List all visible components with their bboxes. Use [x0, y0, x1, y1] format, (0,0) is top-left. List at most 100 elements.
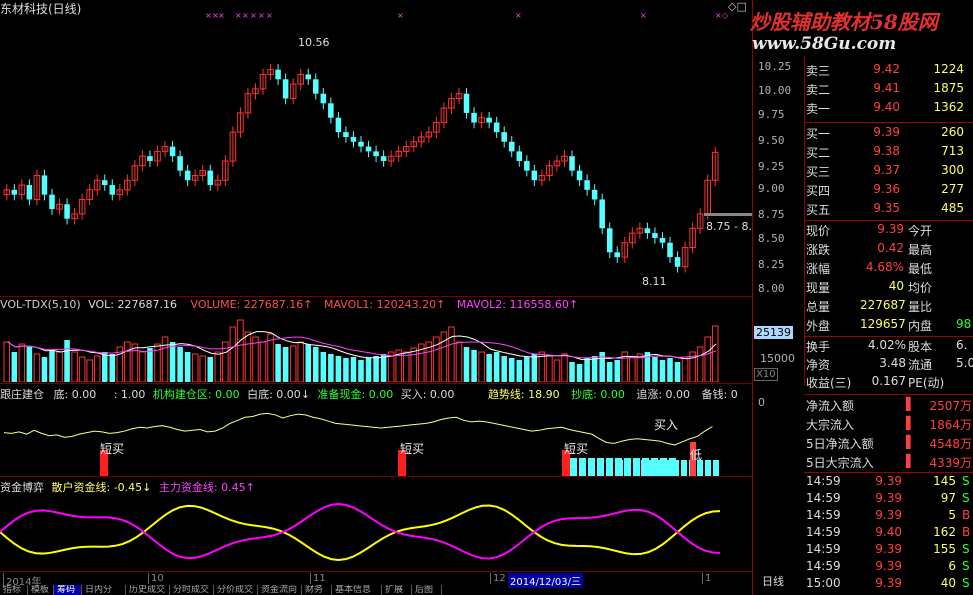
indicator1-chart[interactable] [0, 400, 752, 476]
candlestick-chart[interactable]: × × × × × × × × × × × × ◇ [0, 10, 752, 296]
signal-mark: × [242, 11, 249, 20]
cell: 量比 [908, 300, 933, 314]
volume-bar [463, 347, 470, 382]
cell: 5.0 [956, 356, 973, 370]
bottom-tab[interactable]: 指标 [0, 585, 28, 595]
volume-bar [659, 360, 666, 382]
vol-indicator-name[interactable]: VOL-TDX(5,10) [0, 298, 81, 311]
cell: 外盘 [806, 319, 831, 333]
candle-body [599, 199, 605, 229]
volume-bar [471, 350, 477, 382]
cell: 1875 [933, 81, 964, 95]
bottom-tab[interactable]: 后图 [412, 585, 442, 595]
cell: 9.38 [873, 144, 900, 158]
zone-bar [681, 460, 687, 476]
volume-bar [681, 356, 689, 382]
cell: 净流入额 [806, 399, 855, 413]
candle-body [508, 141, 515, 152]
bottom-tab[interactable]: 基本信息 [332, 585, 382, 595]
cell: 卖二 [806, 83, 831, 97]
flow-row: 大宗流入 ▌ 1864万 [806, 416, 973, 435]
cell: S [962, 474, 970, 488]
bottom-tab[interactable]: 模板 [28, 585, 54, 595]
ask-row: 卖二 9.41 1875 [806, 81, 973, 100]
cell: 内盘 [908, 319, 933, 333]
quote-row: 涨幅 4.68% 最低 [806, 260, 973, 279]
bottom-tab[interactable]: 分时成交 [170, 585, 214, 595]
cell: 9.39 [875, 474, 902, 488]
bottom-tab[interactable]: 历史成交 [126, 585, 170, 595]
volume-bar [335, 356, 342, 382]
cell: 14:59 [806, 491, 841, 505]
candle-body [169, 146, 176, 157]
candle-body [358, 141, 364, 147]
bottom-tab[interactable]: 筹码 [54, 585, 82, 595]
ind1-label: 短买 [100, 442, 125, 456]
ind1-label: 低 [690, 448, 703, 462]
volume-bar [199, 355, 206, 382]
cell: 买三 [806, 165, 831, 179]
volume-bar [606, 362, 613, 382]
quote-row: 外盘 129657 内盘 98 [806, 317, 973, 336]
cell: 大宗流入 [806, 418, 855, 432]
cell: 485 [941, 201, 964, 215]
high-price-label: 10.56 [298, 36, 330, 49]
candle-body [486, 117, 492, 123]
candle-body [652, 233, 658, 238]
candle-body [275, 69, 281, 80]
cell: 涨幅 [806, 262, 831, 276]
signal-mark: × [235, 11, 242, 20]
cell: 均价 [908, 281, 933, 295]
stat-row: 净资 3.48 流通 5.0 [806, 356, 973, 375]
cell: 5日净流入额 [806, 437, 874, 451]
zone-bar [625, 460, 631, 476]
volume-bar [674, 362, 681, 382]
zone-bar [649, 460, 655, 476]
volume-bar [207, 357, 214, 382]
volume-bar [667, 358, 673, 382]
candle-body [184, 170, 191, 181]
x-tick: 12 [490, 573, 506, 584]
ask-row: 卖一 9.40 1362 [806, 100, 973, 119]
volume-bar [109, 354, 116, 382]
candle-body [584, 180, 590, 190]
volume-bar [584, 358, 590, 382]
cell: 买二 [806, 146, 831, 160]
volume-bar [26, 347, 33, 382]
bottom-tab[interactable]: 日内分 [82, 585, 126, 595]
cell: 9.39 [875, 576, 902, 590]
x-tick: 10 [148, 573, 164, 584]
bottom-tab[interactable]: 资金流向 [258, 585, 302, 595]
cell: 9.37 [873, 163, 900, 177]
bottom-tab[interactable]: 财务 [302, 585, 332, 595]
volume-bar [524, 357, 530, 382]
volume-bar [267, 333, 274, 382]
volume-bar [229, 326, 237, 382]
bottom-tab[interactable]: 分价成交 [214, 585, 258, 595]
volume-bar [704, 336, 711, 382]
cell: 14:59 [806, 508, 841, 522]
candle-body [591, 189, 598, 200]
indicator2-chart[interactable] [0, 492, 752, 571]
ask-row: 卖三 9.42 1224 [806, 62, 973, 81]
cell: 14:59 [806, 559, 841, 573]
volume-bar [161, 336, 169, 382]
volume-bar [289, 345, 297, 382]
signal-mark: × [250, 11, 257, 20]
ind1-label: 短买 [400, 442, 425, 456]
quote-row: 现价 9.39 今开 [806, 222, 973, 241]
cell: 今开 [908, 224, 933, 238]
bid-row: 买一 9.39 260 [806, 125, 973, 144]
period-label[interactable]: 日线 [762, 573, 784, 589]
candle-body [614, 252, 621, 258]
candle-body [282, 79, 289, 99]
vol-axis-mid: 15000 [760, 352, 795, 365]
volume-bar [191, 353, 199, 382]
candle-body [373, 151, 379, 157]
volume-chart[interactable] [0, 312, 752, 382]
volume-bar [440, 331, 448, 382]
watermark-url: www.58Gu.com [752, 34, 897, 54]
cell: 277 [941, 182, 964, 196]
bottom-tab[interactable]: 扩展 [382, 585, 412, 595]
cell: B [962, 525, 971, 539]
